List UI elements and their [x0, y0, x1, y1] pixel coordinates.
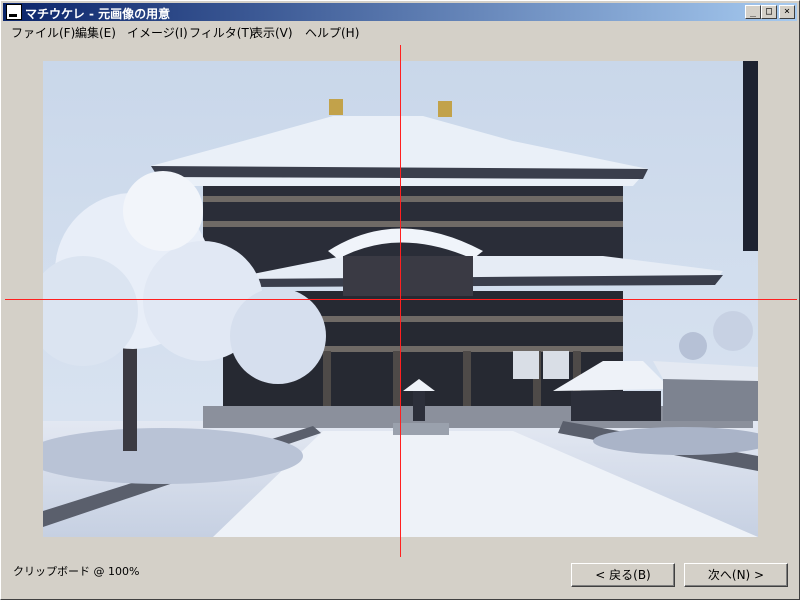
menu-image[interactable]: イメージ(I): [127, 24, 188, 41]
menu-edit[interactable]: 編集(E): [75, 24, 116, 41]
menu-help[interactable]: ヘルプ(H): [305, 24, 359, 41]
maximize-button[interactable]: □: [761, 5, 777, 19]
status-text: クリップボード @ 100%: [13, 565, 140, 578]
app-icon[interactable]: [6, 4, 22, 20]
title-bar[interactable]: マチウケレ - 元画像の用意 _ □ ×: [3, 3, 797, 21]
crosshair-horizontal-line: [5, 299, 797, 300]
menu-file[interactable]: ファイル(F): [11, 24, 75, 41]
status-bar: クリップボード @ 100% < 戻る(B) 次へ(N) >: [3, 558, 797, 598]
menu-view[interactable]: 表示(V): [251, 24, 293, 41]
close-button[interactable]: ×: [779, 5, 795, 19]
menu-filter[interactable]: フィルタ(T): [189, 24, 253, 41]
window-title: マチウケレ - 元画像の用意: [25, 7, 171, 21]
back-button[interactable]: < 戻る(B): [571, 563, 675, 587]
crosshair-vertical-line: [400, 45, 401, 557]
minimize-button[interactable]: _: [745, 5, 761, 19]
app-window: マチウケレ - 元画像の用意 _ □ × ファイル(F) 編集(E) イメージ(…: [0, 0, 800, 600]
menu-bar: ファイル(F) 編集(E) イメージ(I) フィルタ(T) 表示(V) ヘルプ(…: [3, 22, 797, 41]
next-button[interactable]: 次へ(N) >: [684, 563, 788, 587]
